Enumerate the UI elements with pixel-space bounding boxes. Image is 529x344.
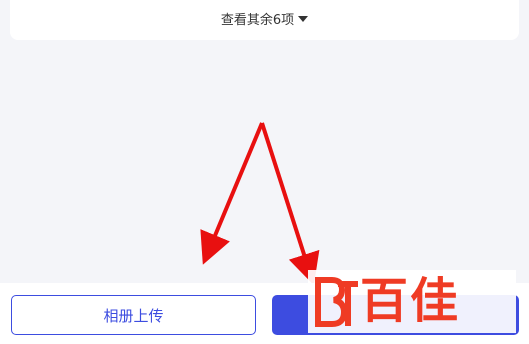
album-upload-button[interactable]: 相册上传 bbox=[11, 295, 256, 335]
arrow-left bbox=[200, 122, 264, 265]
arrow-right bbox=[260, 122, 320, 286]
watermark-mark-icon bbox=[315, 277, 358, 327]
album-upload-label: 相册上传 bbox=[103, 306, 164, 325]
watermark-logo: 百佳 bbox=[308, 270, 516, 333]
watermark-text: 百佳 bbox=[360, 273, 461, 329]
